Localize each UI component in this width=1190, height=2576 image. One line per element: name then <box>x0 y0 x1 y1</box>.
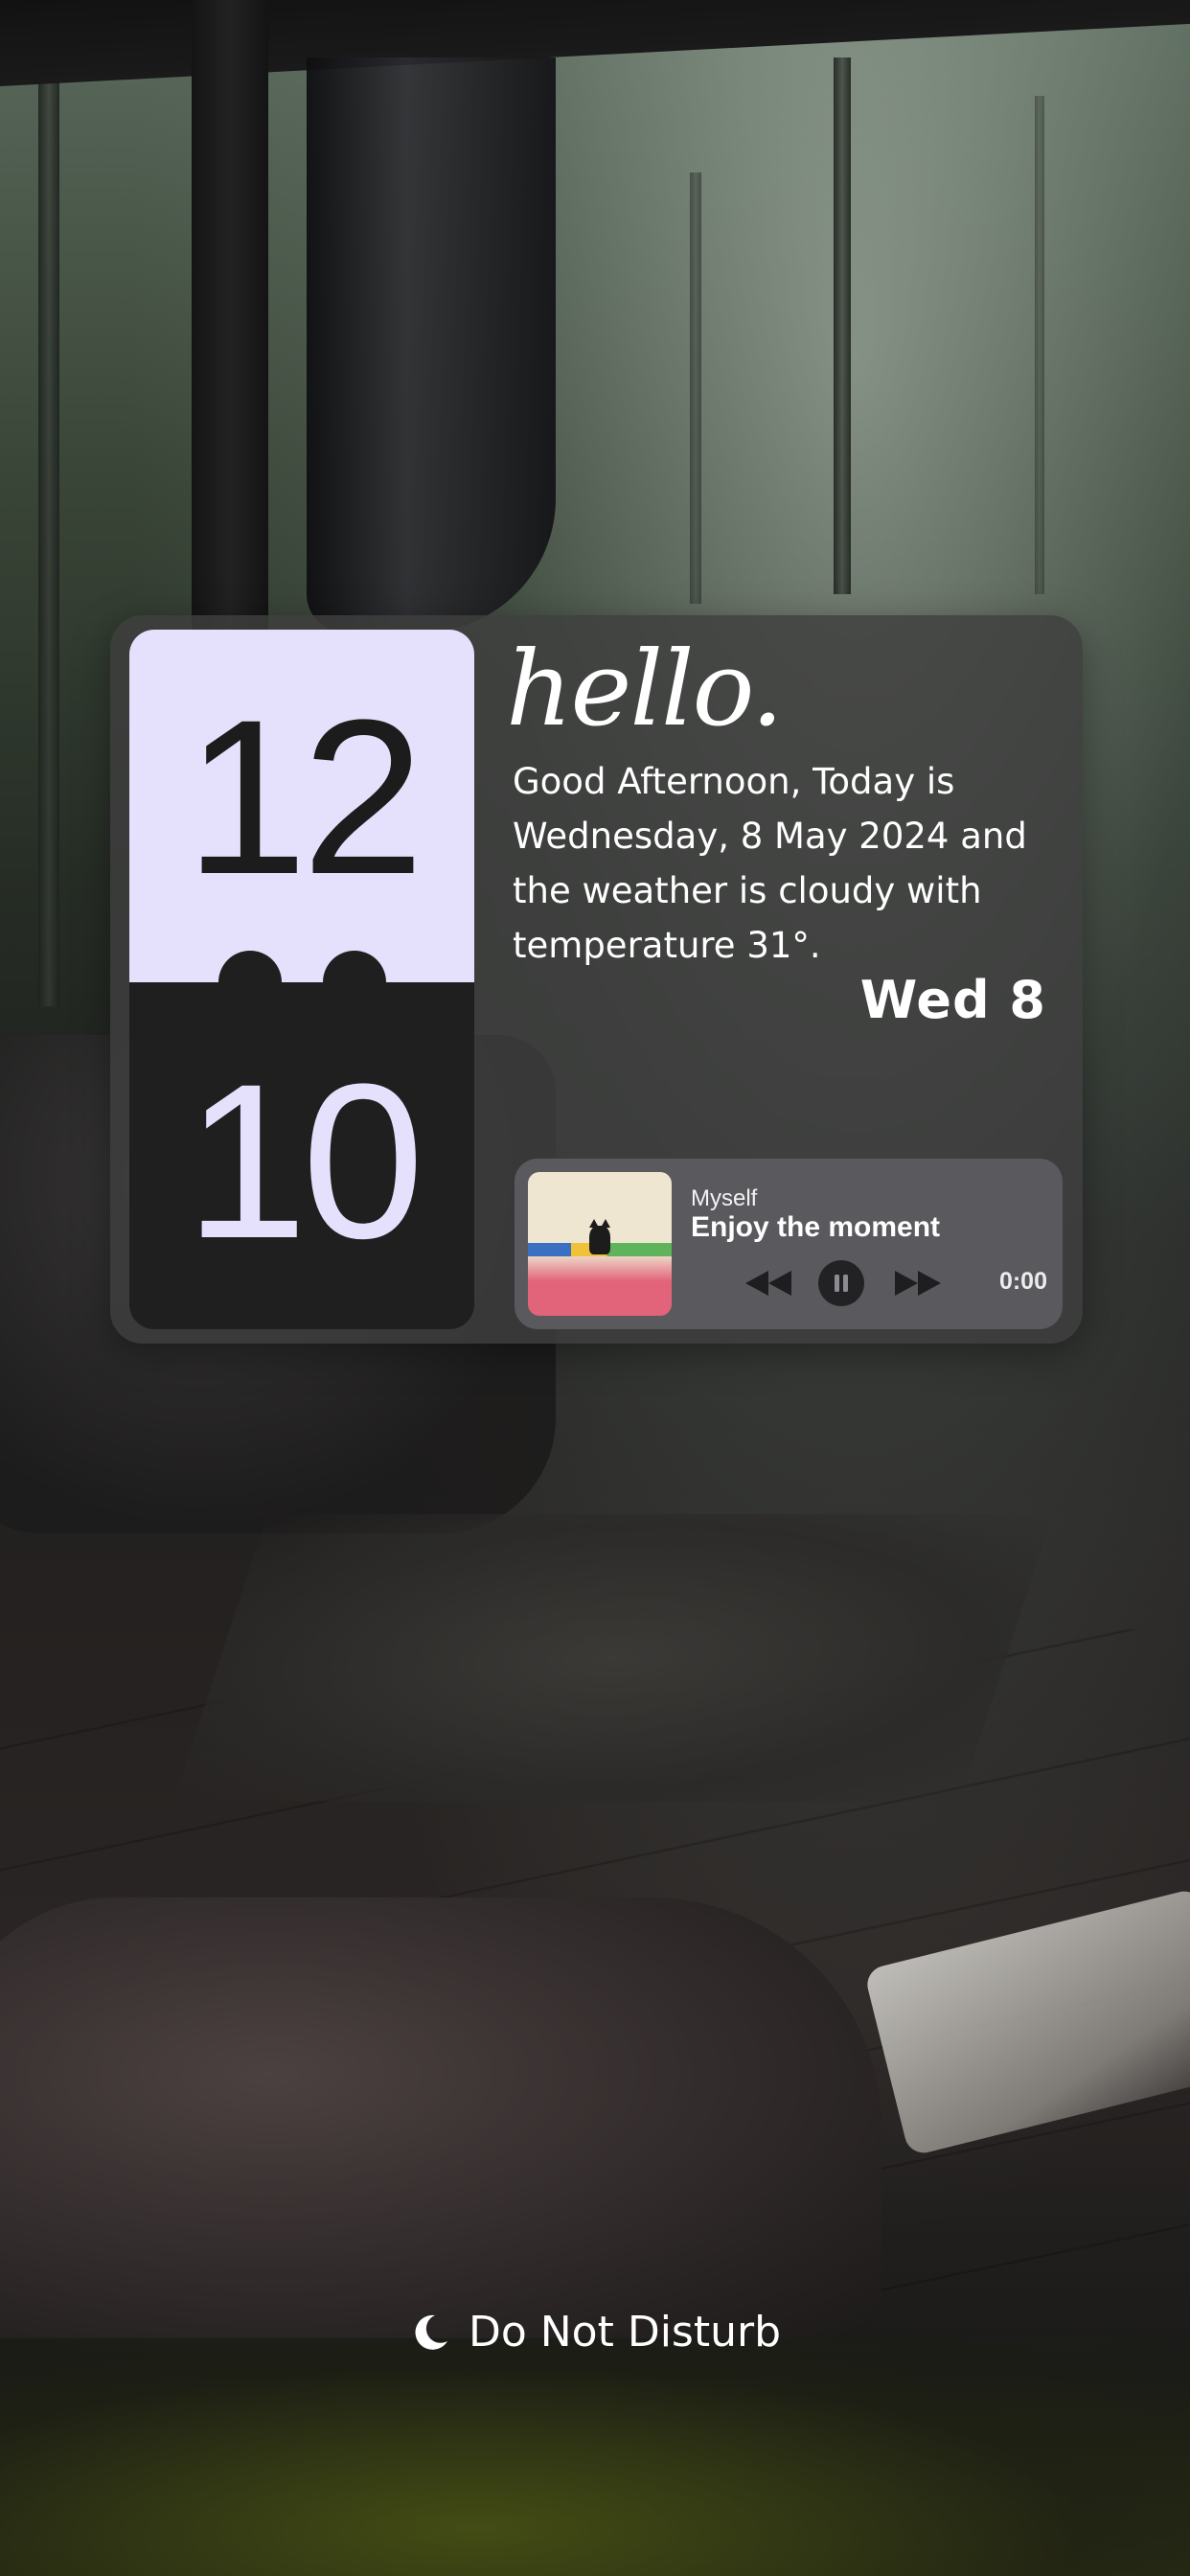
rewind-button[interactable] <box>740 1264 797 1302</box>
pause-icon <box>835 1275 848 1292</box>
clock-minute: 10 <box>185 1038 424 1284</box>
album-art-cat <box>589 1219 610 1254</box>
clock-separator-dot <box>323 951 386 1014</box>
moon-icon <box>415 2314 447 2350</box>
track-artist: Myself <box>691 1185 758 1211</box>
hello-heading: hello. <box>506 630 784 749</box>
clock-separator-dot <box>218 951 282 1014</box>
greeting-message: Good Afternoon, Today is Wednesday, 8 Ma… <box>513 761 1027 966</box>
pause-button[interactable] <box>818 1260 864 1306</box>
home-widget[interactable]: 12 10 hello. Good Afternoon, Today is We… <box>110 615 1083 1344</box>
wallpaper-rug <box>173 1514 1053 1802</box>
album-art[interactable] <box>528 1172 672 1316</box>
wallpaper-floor-glow <box>0 2338 1190 2576</box>
do-not-disturb-indicator[interactable]: Do Not Disturb <box>0 2308 1190 2357</box>
track-title: Enjoy the moment <box>691 1211 941 1243</box>
rewind-icon <box>745 1271 791 1296</box>
flip-clock: 12 10 <box>129 630 474 1329</box>
date-short: Wed 8 <box>859 970 1046 1030</box>
elapsed-time: 0:00 <box>998 1268 1047 1295</box>
do-not-disturb-label: Do Not Disturb <box>468 2308 782 2357</box>
music-player[interactable]: Myself Enjoy the moment 0:00 <box>515 1159 1063 1329</box>
clock-hour: 12 <box>185 674 424 920</box>
wallpaper-tree <box>690 172 701 604</box>
wallpaper-curtain <box>307 58 556 632</box>
wallpaper-window-pillar <box>192 0 268 632</box>
wallpaper-blanket <box>0 1898 881 2338</box>
fast-forward-button[interactable] <box>889 1264 947 1302</box>
wallpaper-tree <box>38 0 59 1006</box>
fast-forward-icon <box>895 1271 941 1296</box>
playback-controls <box>740 1259 947 1307</box>
wallpaper-tree <box>834 58 851 594</box>
wallpaper-window-frame <box>0 0 1190 86</box>
wallpaper-tree <box>1035 96 1044 594</box>
